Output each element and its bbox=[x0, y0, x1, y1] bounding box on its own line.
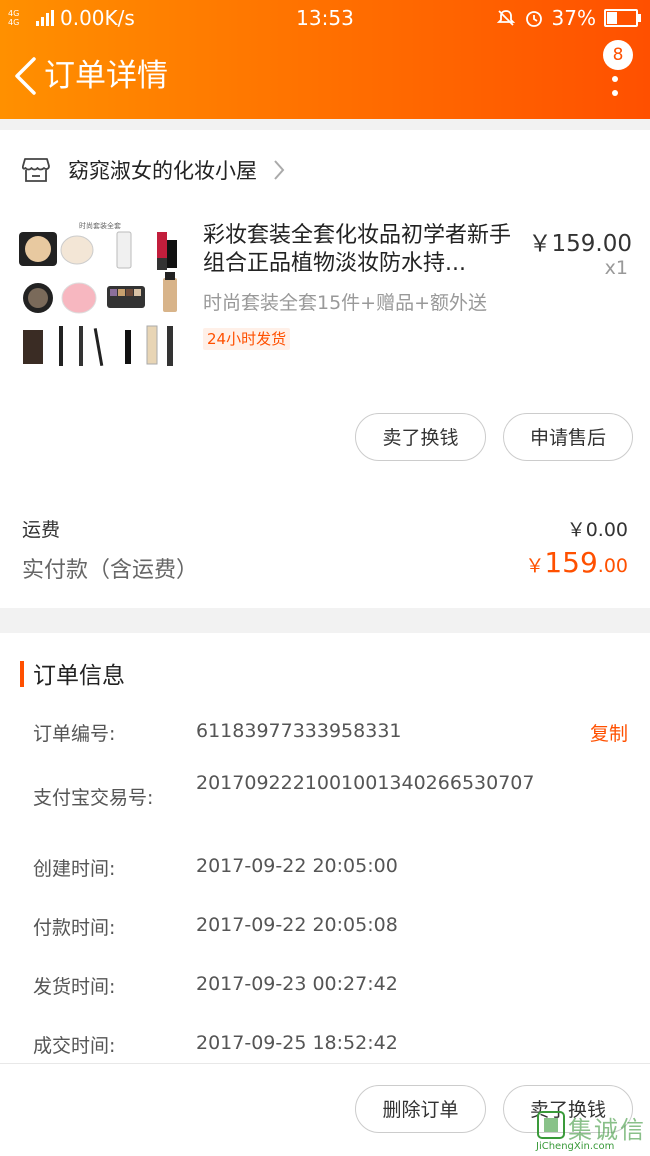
watermark-name: 集诚信 bbox=[568, 1116, 646, 1144]
shipping-fee-row: 运费 ￥0.00 bbox=[22, 515, 628, 542]
info-value: 2017-09-22 20:05:00 bbox=[196, 855, 398, 877]
currency-symbol: ￥ bbox=[525, 555, 545, 577]
chevron-right-icon bbox=[274, 160, 285, 180]
page-title: 订单详情 bbox=[44, 58, 168, 94]
info-label: 创建时间: bbox=[33, 858, 116, 880]
shop-link[interactable]: 窈窕淑女的化妆小屋 bbox=[22, 152, 285, 188]
status-bar: 4G 4G 0.00K/s 13:53 37% bbox=[0, 0, 650, 36]
delete-order-button[interactable]: 删除订单 bbox=[355, 1085, 486, 1133]
shipping-fee-label: 运费 bbox=[22, 519, 61, 541]
copy-button[interactable]: 复制 bbox=[590, 719, 628, 746]
info-label: 发货时间: bbox=[33, 976, 116, 998]
paid-amount-label: 实付款（含运费） bbox=[22, 558, 199, 583]
sell-button[interactable]: 卖了换钱 bbox=[355, 413, 486, 461]
info-label: 订单编号: bbox=[33, 723, 116, 745]
shop-name: 窈窕淑女的化妆小屋 bbox=[68, 159, 257, 183]
info-value: 2017-09-23 00:27:42 bbox=[196, 973, 398, 995]
after-sale-button[interactable]: 申请售后 bbox=[503, 413, 633, 461]
order-info-card: 订单信息 订单编号: 61183977333958331 复制 支付宝交易号: … bbox=[0, 633, 650, 1065]
info-value: 61183977333958331 bbox=[196, 720, 402, 742]
order-info-title: 订单信息 bbox=[33, 663, 125, 689]
paid-amount-decimal: .00 bbox=[597, 555, 628, 577]
watermark-url: JiChengXin.com bbox=[536, 1141, 615, 1152]
shipping-fee-value: ￥0.00 bbox=[566, 519, 628, 541]
paid-amount-integer: 159 bbox=[544, 546, 598, 579]
info-label: 支付宝交易号: bbox=[33, 787, 154, 809]
app-header: 4G 4G 0.00K/s 13:53 37% 订单详情 8 bbox=[0, 0, 650, 119]
shipping-tag: 24小时发货 bbox=[203, 328, 291, 350]
product-price: ￥159.00 bbox=[528, 231, 632, 257]
info-value: 2017-09-22 20:05:08 bbox=[196, 914, 398, 936]
section-accent-bar bbox=[20, 661, 24, 687]
product-title[interactable]: 彩妆套装全套化妆品初学者新手组合正品植物淡妆防水持... bbox=[203, 222, 518, 278]
product-image[interactable]: 时尚套装全套 bbox=[17, 218, 187, 380]
paid-amount-row: 实付款（含运费） ￥159.00 bbox=[22, 546, 628, 592]
mute-icon bbox=[496, 10, 515, 26]
alarm-icon bbox=[525, 11, 542, 27]
store-icon bbox=[22, 158, 50, 182]
info-value: 2017-09-25 18:52:42 bbox=[196, 1032, 398, 1054]
chevron-left-icon[interactable] bbox=[12, 56, 38, 96]
status-right: 37% bbox=[496, 6, 641, 30]
watermark: 集诚信 JiChengXin.com bbox=[534, 1108, 646, 1152]
product-spec: 时尚套装全套15件+赠品+额外送 bbox=[203, 292, 488, 314]
battery-percent: 37% bbox=[551, 6, 596, 30]
nav-bar: 订单详情 8 bbox=[0, 36, 650, 119]
info-value: 2017092221001001340266530707 bbox=[196, 772, 535, 794]
order-item-card: 窈窕淑女的化妆小屋 时尚套装全套 彩妆套装全套化妆品初学者新手组合正品植物淡妆防… bbox=[0, 130, 650, 608]
battery-icon bbox=[604, 9, 641, 27]
info-label: 付款时间: bbox=[33, 917, 116, 939]
paid-amount-value: ￥159.00 bbox=[525, 546, 628, 579]
product-image-caption: 时尚套装全套 bbox=[79, 221, 121, 230]
message-badge[interactable]: 8 bbox=[603, 40, 633, 70]
product-quantity: x1 bbox=[604, 257, 628, 279]
battery-level bbox=[607, 12, 617, 24]
info-label: 成交时间: bbox=[33, 1035, 116, 1057]
watermark-logo-icon bbox=[537, 1111, 565, 1139]
